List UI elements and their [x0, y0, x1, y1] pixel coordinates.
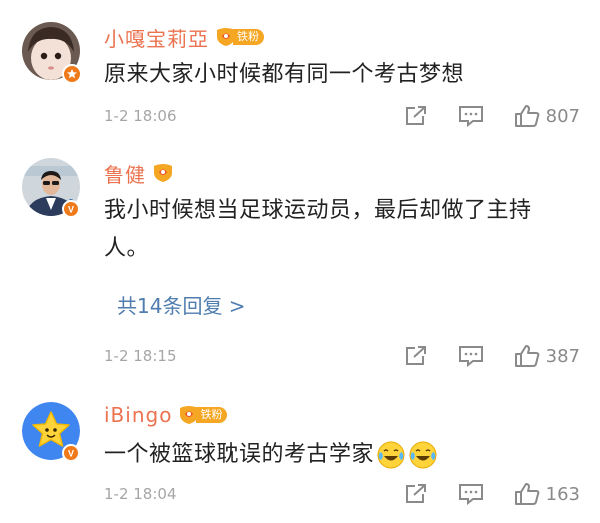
laugh-cry-emoji	[408, 440, 438, 470]
comment-time: 1-2 18:04	[104, 485, 177, 503]
username[interactable]: iBingo	[104, 403, 172, 427]
fan-badge-label: 铁粉	[196, 407, 228, 423]
view-replies-link[interactable]: 共14条回复 >	[117, 290, 246, 319]
fan-badge: 铁粉	[178, 405, 228, 425]
comment-time: 1-2 18:15	[104, 347, 177, 365]
like-count: 387	[545, 345, 580, 367]
laugh-cry-emoji	[376, 440, 406, 470]
share-icon[interactable]	[404, 345, 428, 367]
comment-text: 一个被篮球耽误的考古学家	[104, 442, 375, 467]
fan-badge-label: 铁粉	[233, 29, 264, 45]
verified-badge-icon: V	[62, 444, 80, 462]
username[interactable]: 小嘎宝莉亞	[104, 23, 209, 52]
comment-icon[interactable]	[458, 483, 484, 505]
share-icon[interactable]	[404, 105, 428, 127]
comment-text: 原来大家小时候都有同一个考古梦想	[104, 62, 465, 87]
comment-icon[interactable]	[458, 105, 484, 127]
svg-text:V: V	[68, 205, 74, 215]
comment-time: 1-2 18:06	[104, 107, 177, 125]
fan-badge-icon	[154, 164, 172, 182]
svg-text:V: V	[68, 449, 74, 459]
username[interactable]: 鲁健	[104, 159, 146, 188]
like-icon[interactable]	[514, 104, 540, 128]
comment-text-row: 一个被篮球耽误的考古学家	[104, 436, 579, 474]
like-count: 163	[545, 483, 580, 505]
comment-icon[interactable]	[458, 345, 484, 367]
fan-badge: 铁粉	[215, 27, 264, 47]
like-icon[interactable]	[514, 344, 540, 368]
comment-text: 我小时候想当足球运动员，最后却做了主持人。	[104, 198, 532, 261]
verified-badge-icon: V	[62, 200, 80, 218]
fan-badge	[152, 163, 174, 183]
like-count: 807	[545, 105, 580, 127]
verified-badge-icon	[62, 64, 82, 84]
share-icon[interactable]	[404, 483, 428, 505]
like-icon[interactable]	[514, 482, 540, 506]
